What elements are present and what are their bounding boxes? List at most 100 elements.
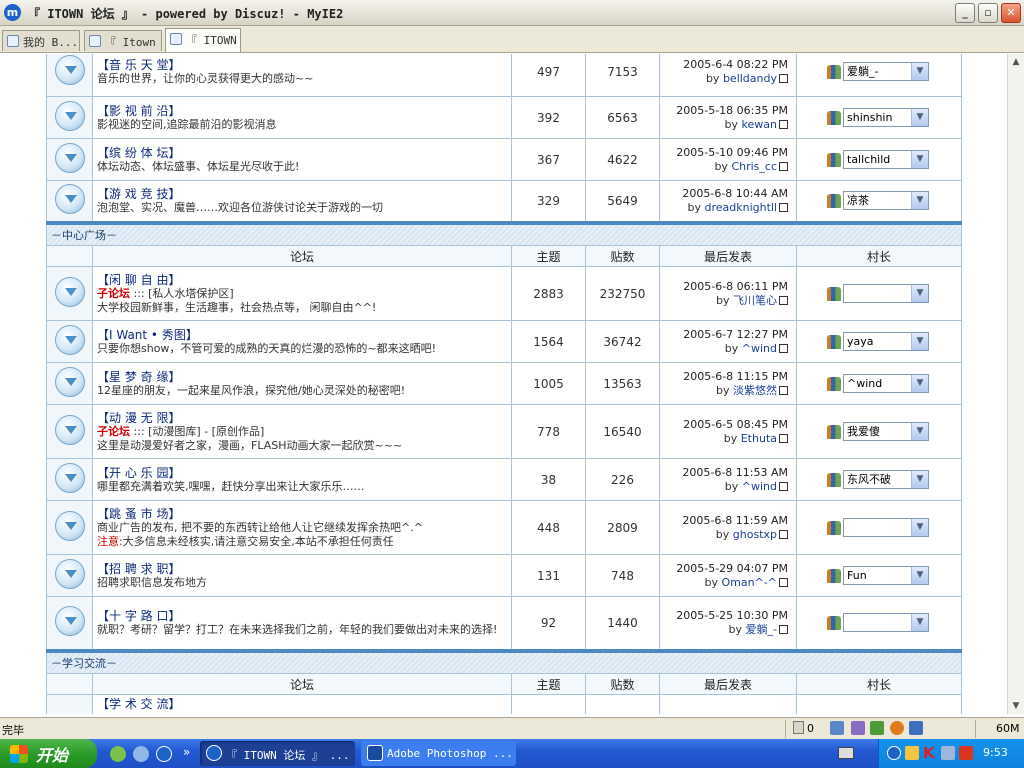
moderator-select[interactable]: ▼: [843, 613, 929, 633]
last-post-date[interactable]: 2005-5-10 09:46 PM: [660, 146, 788, 160]
moderator-select[interactable]: tallchild ▼: [843, 150, 929, 169]
moderator-select[interactable]: 爱躺_- ▼: [843, 62, 929, 81]
moderator-select[interactable]: ^wind ▼: [843, 374, 929, 393]
go-last-post-icon[interactable]: [779, 433, 788, 443]
network-icon[interactable]: [133, 746, 149, 762]
moderator-select[interactable]: ▼: [843, 284, 929, 303]
keyboard-icon[interactable]: [838, 747, 854, 759]
refresh-icon[interactable]: [830, 721, 844, 735]
last-post-date[interactable]: 2005-6-5 08:45 PM: [660, 418, 788, 432]
last-post-date[interactable]: 2005-6-8 11:59 AM: [660, 514, 788, 528]
go-last-post-icon[interactable]: [779, 624, 788, 634]
edit-icon[interactable]: [851, 721, 865, 735]
minimize-button[interactable]: _: [955, 3, 975, 23]
go-last-post-icon[interactable]: [779, 481, 788, 491]
last-post-user-link[interactable]: 飞川笔心: [733, 294, 777, 307]
last-post-user-link[interactable]: belldandy: [723, 72, 777, 85]
last-post-user-link[interactable]: 淡紫悠然: [733, 384, 777, 397]
go-last-post-icon[interactable]: [779, 577, 788, 587]
dropdown-arrow-icon: ▼: [911, 192, 928, 210]
category-study[interactable]: －学习交流－: [46, 648, 962, 674]
last-post-user-link[interactable]: Ethuta: [741, 432, 777, 445]
gear-icon[interactable]: [890, 721, 904, 735]
forum-name-link[interactable]: 【学 术 交 流】: [97, 697, 507, 711]
task-button-browser[interactable]: 『 ITOWN 论坛 』 ...: [200, 741, 355, 766]
go-last-post-icon[interactable]: [779, 385, 788, 395]
go-last-post-icon[interactable]: [779, 202, 788, 212]
forum-name-link[interactable]: 【游 戏 竞 技】: [97, 187, 507, 201]
app-icon[interactable]: [959, 746, 973, 760]
subforum-links[interactable]: ::: [私人水塔保护区]: [130, 287, 233, 300]
go-last-post-icon[interactable]: [779, 529, 788, 539]
recycle-icon[interactable]: [110, 746, 126, 762]
browser-icon[interactable]: [156, 746, 172, 762]
moderator-group-icon: [827, 286, 841, 301]
maximize-button[interactable]: ▫: [978, 3, 998, 23]
last-post-user-link[interactable]: Oman^-^: [722, 576, 778, 589]
moderator-select[interactable]: Fun ▼: [843, 566, 929, 585]
last-post-date[interactable]: 2005-6-8 10:44 AM: [660, 187, 788, 201]
moderator-select[interactable]: yaya ▼: [843, 332, 929, 351]
last-post-user-link[interactable]: ^wind: [742, 342, 777, 355]
save-icon[interactable]: [870, 721, 884, 735]
forum-name-link[interactable]: 【招 聘 求 职】: [97, 562, 507, 576]
window-icon[interactable]: [909, 721, 923, 735]
moderator-select[interactable]: ▼: [843, 518, 929, 537]
last-post-date[interactable]: 2005-5-25 10:30 PM: [660, 609, 788, 623]
topic-count: 448: [511, 500, 586, 555]
header-forum: 论坛: [92, 245, 512, 267]
tab-1[interactable]: 我的 B...: [2, 30, 80, 51]
go-last-post-icon[interactable]: [779, 295, 788, 305]
last-post-user-link[interactable]: Chris_cc: [731, 160, 777, 173]
browser-tray-icon[interactable]: [887, 746, 901, 760]
last-post-date[interactable]: 2005-5-18 06:35 PM: [660, 104, 788, 118]
forum-info: 【开 心 乐 园】 哪里都充满着欢笑,嘿嘿，赶快分享出来让大家乐乐……: [92, 458, 512, 501]
vertical-scrollbar[interactable]: ▲ ▼: [1007, 54, 1024, 714]
browser-logo-icon[interactable]: m: [4, 4, 21, 21]
last-post-date[interactable]: 2005-6-4 08:22 PM: [660, 58, 788, 72]
go-last-post-icon[interactable]: [779, 343, 788, 353]
last-post-user-link[interactable]: kewan: [742, 118, 777, 131]
category-center[interactable]: －中心广场－: [46, 220, 962, 246]
close-button[interactable]: ✕: [1001, 3, 1021, 23]
forum-name-link[interactable]: 【开 心 乐 园】: [97, 466, 507, 480]
last-post-user-link[interactable]: ghostxp: [733, 528, 777, 541]
lock-icon[interactable]: [905, 746, 919, 760]
go-last-post-icon[interactable]: [779, 73, 788, 83]
task-button-photoshop[interactable]: Adobe Photoshop ...: [361, 741, 516, 766]
forum-name-link[interactable]: 【动 漫 无 限】: [97, 411, 507, 425]
trash-icon[interactable]: [793, 721, 804, 734]
go-last-post-icon[interactable]: [779, 161, 788, 171]
forum-name-link[interactable]: 【跳 蚤 市 场】: [97, 507, 507, 521]
last-post-user-link[interactable]: dreadknightll: [704, 201, 777, 214]
last-post-user-link[interactable]: ^wind: [742, 480, 777, 493]
forum-name-link[interactable]: 【星 梦 奇 缘】: [97, 370, 507, 384]
last-post-date[interactable]: 2005-6-8 11:53 AM: [660, 466, 788, 480]
last-post-date[interactable]: 2005-5-29 04:07 PM: [660, 562, 788, 576]
moderator-select[interactable]: 东风不破 ▼: [843, 470, 929, 489]
forum-status-icon: [54, 101, 85, 131]
antivirus-icon[interactable]: K: [923, 746, 937, 761]
last-post-date[interactable]: 2005-6-7 12:27 PM: [660, 328, 788, 342]
forum-name-link[interactable]: 【音 乐 天 堂】: [97, 58, 507, 72]
forum-name-link[interactable]: 【I Want • 秀图】: [97, 328, 507, 342]
monitor-icon[interactable]: [941, 746, 955, 760]
go-last-post-icon[interactable]: [779, 119, 788, 129]
last-post-user-link[interactable]: 爱躺_-: [746, 623, 777, 636]
scroll-down-arrow-icon[interactable]: ▼: [1008, 698, 1024, 714]
scroll-up-arrow-icon[interactable]: ▲: [1008, 54, 1024, 70]
start-button[interactable]: 开始: [0, 739, 97, 768]
moderator-select[interactable]: 我爱傻 ▼: [843, 422, 929, 441]
subforum-links[interactable]: ::: [动漫图库] - [原创作品]: [130, 425, 264, 438]
forum-name-link[interactable]: 【影 视 前 沿】: [97, 104, 507, 118]
forum-name-link[interactable]: 【缤 纷 体 坛】: [97, 146, 507, 160]
tab-2[interactable]: 『 Itown ...: [84, 30, 162, 51]
forum-name-link[interactable]: 【十 字 路 口】: [97, 609, 507, 623]
forum-name-link[interactable]: 【闲 聊 自 由】: [97, 273, 507, 287]
moderator-select[interactable]: 凉茶 ▼: [843, 191, 929, 211]
last-post-date[interactable]: 2005-6-8 11:15 PM: [660, 370, 788, 384]
moderator-select[interactable]: shinshin ▼: [843, 108, 929, 127]
tab-3[interactable]: 『 ITOWN ...: [165, 28, 241, 52]
quicklaunch-more[interactable]: »: [183, 745, 190, 759]
last-post-date[interactable]: 2005-6-8 06:11 PM: [660, 280, 788, 294]
